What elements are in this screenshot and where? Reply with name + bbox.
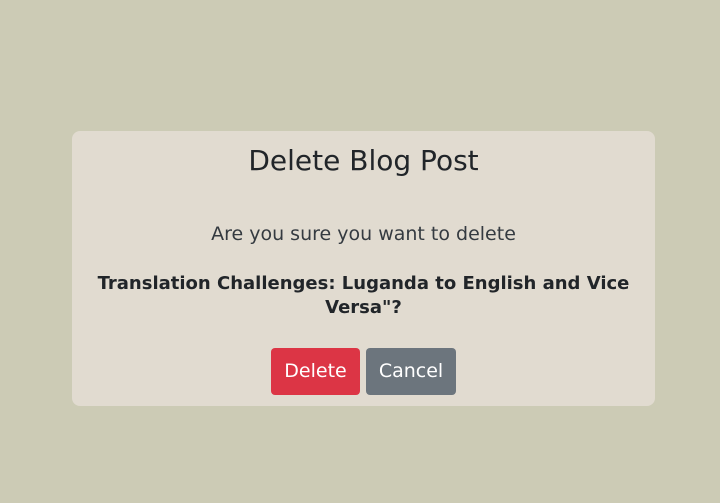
dialog-actions: Delete Cancel [72,348,655,395]
delete-button[interactable]: Delete [271,348,360,395]
dialog-title: Delete Blog Post [248,144,479,177]
delete-confirmation-dialog: Delete Blog Post Are you sure you want t… [72,131,655,406]
confirmation-question: Are you sure you want to delete [211,223,516,245]
blog-post-title: Translation Challenges: Luganda to Engli… [97,273,630,318]
cancel-button[interactable]: Cancel [366,348,456,395]
